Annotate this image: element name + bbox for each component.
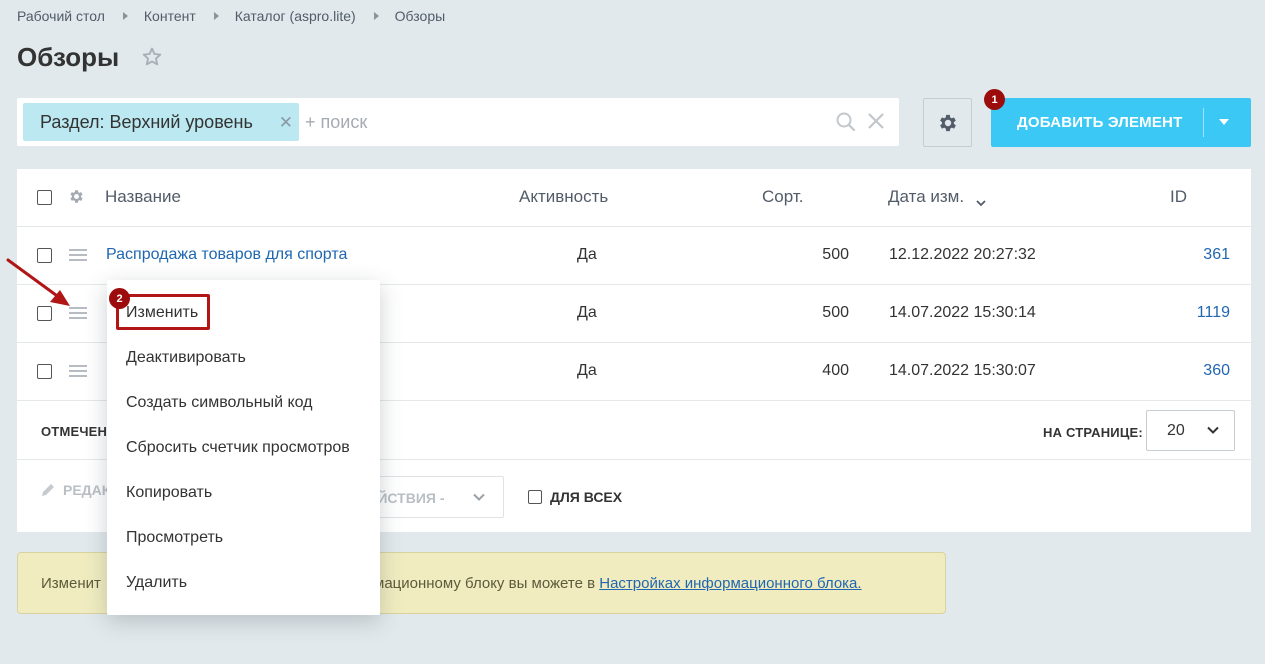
annotation-badge-2: 2 (109, 288, 130, 309)
breadcrumb-separator-icon (122, 12, 128, 20)
row-active: Да (577, 304, 597, 321)
per-page-label: НА СТРАНИЦЕ: (1043, 425, 1143, 440)
row-name-link[interactable]: Распродажа товаров для спорта (106, 246, 347, 264)
close-icon[interactable]: ✕ (279, 113, 293, 133)
row-checkbox[interactable] (37, 364, 52, 379)
column-header-date[interactable]: Дата изм. (888, 187, 964, 207)
row-active: Да (577, 362, 597, 379)
checked-count-label: ОТМЕЧЕН (41, 424, 108, 439)
breadcrumb-separator-icon (213, 12, 219, 20)
column-header-sort[interactable]: Сорт. (762, 187, 803, 207)
info-text-start: Изменит (41, 575, 101, 592)
button-divider (1203, 108, 1204, 137)
drag-handle-icon[interactable] (69, 365, 87, 380)
chevron-down-icon[interactable] (1219, 119, 1229, 125)
menu-item-delete[interactable]: Удалить (126, 574, 187, 592)
column-header-active[interactable]: Активность (519, 187, 608, 207)
row-date: 14.07.2022 15:30:14 (889, 304, 1036, 321)
row-sort: 500 (822, 246, 849, 263)
title-row: Обзоры (17, 42, 163, 73)
filter-chip-section[interactable]: Раздел: Верхний уровень ✕ (23, 103, 299, 141)
breadcrumb: Рабочий стол Контент Каталог (aspro.lite… (17, 8, 445, 24)
column-header-name[interactable]: Название (105, 187, 181, 207)
drag-handle-icon[interactable] (69, 249, 87, 264)
row-id-link[interactable]: 1119 (1167, 304, 1230, 322)
row-date: 12.12.2022 20:27:32 (889, 246, 1036, 263)
column-header-id[interactable]: ID (1170, 187, 1187, 207)
select-all-checkbox[interactable] (37, 190, 52, 205)
gear-icon (939, 114, 956, 131)
filter-chip-label: Раздел: Верхний уровень (40, 111, 253, 132)
menu-item-view[interactable]: Просмотреть (126, 529, 223, 547)
star-icon[interactable] (141, 46, 163, 73)
filter-bar: Раздел: Верхний уровень ✕ (17, 98, 899, 146)
annotation-badge-1: 1 (984, 89, 1005, 110)
row-sort: 400 (822, 362, 849, 379)
info-text-end: мационному блоку вы можете в Настройках … (374, 575, 862, 592)
table-header: Название Активность Сорт. Дата изм. ID (17, 169, 1251, 227)
drag-handle-icon[interactable] (69, 307, 87, 322)
row-context-menu: Изменить Деактивировать Создать символьн… (107, 280, 380, 615)
per-page-select[interactable]: 20 (1146, 410, 1235, 451)
row-sort: 500 (822, 304, 849, 321)
edit-button[interactable]: РЕДАК (39, 481, 110, 499)
row-checkbox[interactable] (37, 306, 52, 321)
sort-chevron-down-icon[interactable] (975, 193, 987, 213)
clear-icon[interactable] (866, 111, 886, 136)
for-all-option[interactable]: ДЛЯ ВСЕХ (528, 489, 622, 505)
table-row[interactable]: Распродажа товаров для спорта Да 500 12.… (17, 227, 1251, 285)
breadcrumb-desktop[interactable]: Рабочий стол (17, 8, 105, 24)
settings-button[interactable] (923, 98, 972, 147)
for-all-checkbox[interactable] (528, 490, 542, 504)
search-icon[interactable] (835, 111, 857, 138)
menu-item-create-code[interactable]: Создать символьный код (126, 394, 313, 412)
info-text-middle: мационному блоку вы можете в (374, 575, 596, 592)
row-id-link[interactable]: 360 (1167, 362, 1230, 380)
pencil-icon (42, 484, 54, 496)
add-element-label: ДОБАВИТЬ ЭЛЕМЕНТ (1017, 114, 1183, 131)
menu-item-deactivate[interactable]: Деактивировать (126, 349, 246, 367)
menu-item-copy[interactable]: Копировать (126, 484, 212, 502)
menu-item-reset-views[interactable]: Сбросить счетчик просмотров (126, 439, 350, 457)
chevron-down-icon (1205, 422, 1221, 443)
row-checkbox[interactable] (37, 248, 52, 263)
column-settings-icon[interactable] (68, 188, 85, 210)
breadcrumb-content[interactable]: Контент (144, 8, 196, 24)
breadcrumb-reviews[interactable]: Обзоры (395, 8, 446, 24)
breadcrumb-separator-icon (373, 12, 379, 20)
add-element-button[interactable]: ДОБАВИТЬ ЭЛЕМЕНТ (991, 98, 1251, 147)
search-input[interactable] (305, 108, 805, 136)
per-page-value: 20 (1167, 422, 1185, 439)
page-title: Обзоры (17, 42, 120, 72)
row-id-link[interactable]: 361 (1167, 246, 1230, 264)
iblock-settings-link[interactable]: Настройках информационного блока. (599, 575, 861, 592)
breadcrumb-catalog[interactable]: Каталог (aspro.lite) (235, 8, 356, 24)
row-active: Да (577, 246, 597, 263)
edit-button-label: РЕДАК (63, 482, 111, 498)
menu-item-edit[interactable]: Изменить (126, 304, 198, 322)
row-date: 14.07.2022 15:30:07 (889, 362, 1036, 379)
for-all-label: ДЛЯ ВСЕХ (550, 489, 623, 505)
chevron-down-icon (471, 489, 487, 508)
